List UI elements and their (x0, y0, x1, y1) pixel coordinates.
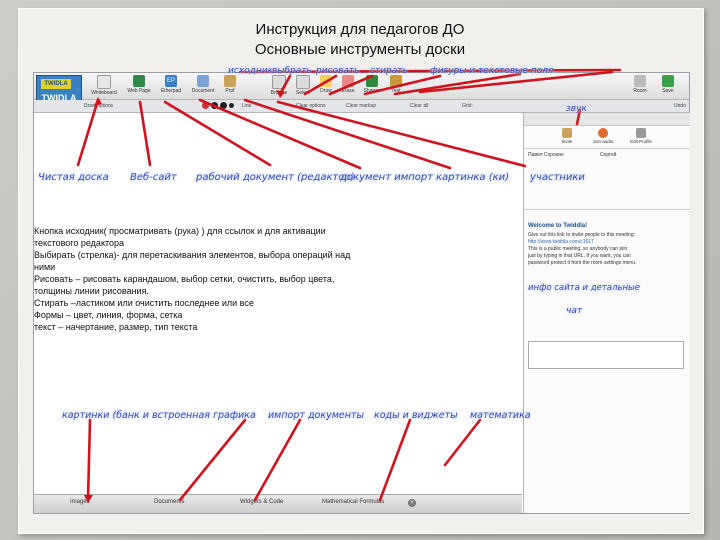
profile-icon (224, 75, 236, 87)
edit-profile-button[interactable]: Edit Profile (626, 128, 656, 144)
draw-button[interactable]: Draw (316, 75, 336, 97)
black-swatch[interactable] (211, 102, 218, 110)
red-swatch[interactable] (202, 102, 209, 110)
close-icon[interactable]: × (408, 499, 416, 507)
etherpad-icon: EP (165, 75, 177, 87)
globe-icon (133, 75, 145, 87)
eraser-icon (342, 75, 354, 87)
tab-images[interactable]: Images (70, 499, 90, 505)
shapes-icon (366, 75, 378, 87)
color-swatches[interactable] (202, 101, 236, 111)
annotation-shapes-text: фигуры и текстовые поля (430, 66, 554, 76)
invite-button[interactable]: Invite (552, 128, 582, 144)
annotation-clean-board: Чистая доска (38, 172, 109, 183)
pencil-icon (320, 75, 332, 87)
arrow-cursor-icon (296, 75, 310, 89)
hand-icon (272, 75, 286, 89)
annotation-erase: стирать (370, 66, 408, 76)
etherpad-button[interactable]: EP Etherpad (156, 75, 186, 97)
undo-button[interactable]: Undo (674, 101, 686, 111)
clear-all-button[interactable]: Clear all (410, 101, 428, 111)
audio-icon (598, 128, 608, 138)
document-icon (197, 75, 209, 87)
slide-subtitle: Основные инструменты доски (254, 41, 466, 58)
shapes-button[interactable]: Shapes (360, 75, 384, 97)
document-button[interactable]: Document (188, 75, 218, 97)
annotation-source: исходник (228, 66, 274, 76)
erase-button[interactable]: Erase (338, 75, 358, 97)
text-icon (390, 75, 402, 87)
clear-options-label: Clear options (296, 103, 326, 109)
tab-documents[interactable]: Documents (154, 499, 184, 505)
chat-input[interactable] (528, 341, 684, 369)
tab-widgets-code[interactable]: Widgets & Code (240, 499, 283, 505)
annotation-web-site: Веб-сайт (130, 172, 177, 183)
annotation-working-doc: рабочий документ (редактор) (196, 172, 355, 183)
room-icon (634, 75, 646, 87)
whiteboard-button[interactable]: Whiteboard (86, 75, 122, 97)
annotation-doc-import: документ импорт (340, 172, 434, 183)
line-label: Line (242, 103, 252, 109)
room-button[interactable]: Room (628, 75, 652, 97)
annotation-draw: рисовать (316, 66, 360, 76)
annotation-image-bank: картинки (банк и встроенная графика (62, 410, 256, 421)
black-swatch[interactable] (220, 102, 227, 110)
profile-icon (636, 128, 646, 138)
welcome-message: Welcome to Twiddla! Give out this link t… (528, 223, 637, 266)
annotation-sound: звук (566, 104, 587, 114)
whiteboard-icon (97, 75, 111, 89)
browse-button[interactable]: Browse (268, 75, 290, 97)
side-panel-header (524, 113, 690, 126)
annotation-codes-widgets: коды и виджеты (374, 410, 458, 421)
annotation-chat: чат (566, 306, 583, 316)
envelope-icon (562, 128, 572, 138)
annotation-picture: картинка (ки) (436, 172, 510, 183)
slide-title: Инструкция для педагогов ДО (255, 21, 465, 38)
draw-options-label: Draw options (84, 103, 114, 109)
annotation-participants: участники (530, 172, 585, 183)
grid-label: Grid: (462, 103, 473, 109)
save-button[interactable]: Save (656, 75, 680, 97)
side-panel-buttons: Invite Join audio Edit Profile (524, 126, 690, 149)
main-toolbar: Whiteboard Web Page EP Etherpad Document … (34, 73, 689, 100)
bottom-tabs-bar: Images Documents Widgets & Code Mathemat… (34, 494, 522, 513)
clear-markup-button[interactable]: Clear markup (346, 101, 376, 111)
participant-item: Павел Сорокин (528, 152, 564, 158)
text-button[interactable]: Text (386, 75, 406, 97)
black-swatch-small[interactable] (229, 103, 234, 109)
annotation-math: математика (470, 410, 531, 421)
tab-math-formulas[interactable]: Mathematical Formulas (322, 499, 384, 505)
annotation-select: выбрать (272, 66, 312, 76)
annotation-doc-import-bottom: импорт документы (268, 410, 364, 421)
annotation-chat-info: инфо сайта и детальные (528, 283, 640, 293)
select-button[interactable]: Select (292, 75, 314, 97)
participant-item: Сергей (600, 152, 617, 158)
download-icon (662, 75, 674, 87)
join-audio-button[interactable]: Join audio (588, 128, 618, 144)
web-page-button[interactable]: Web Page (124, 75, 154, 97)
profile-button[interactable]: Prof (220, 75, 240, 97)
instruction-text: Кнопка исходник( просматривать (рука) ) … (34, 226, 351, 332)
